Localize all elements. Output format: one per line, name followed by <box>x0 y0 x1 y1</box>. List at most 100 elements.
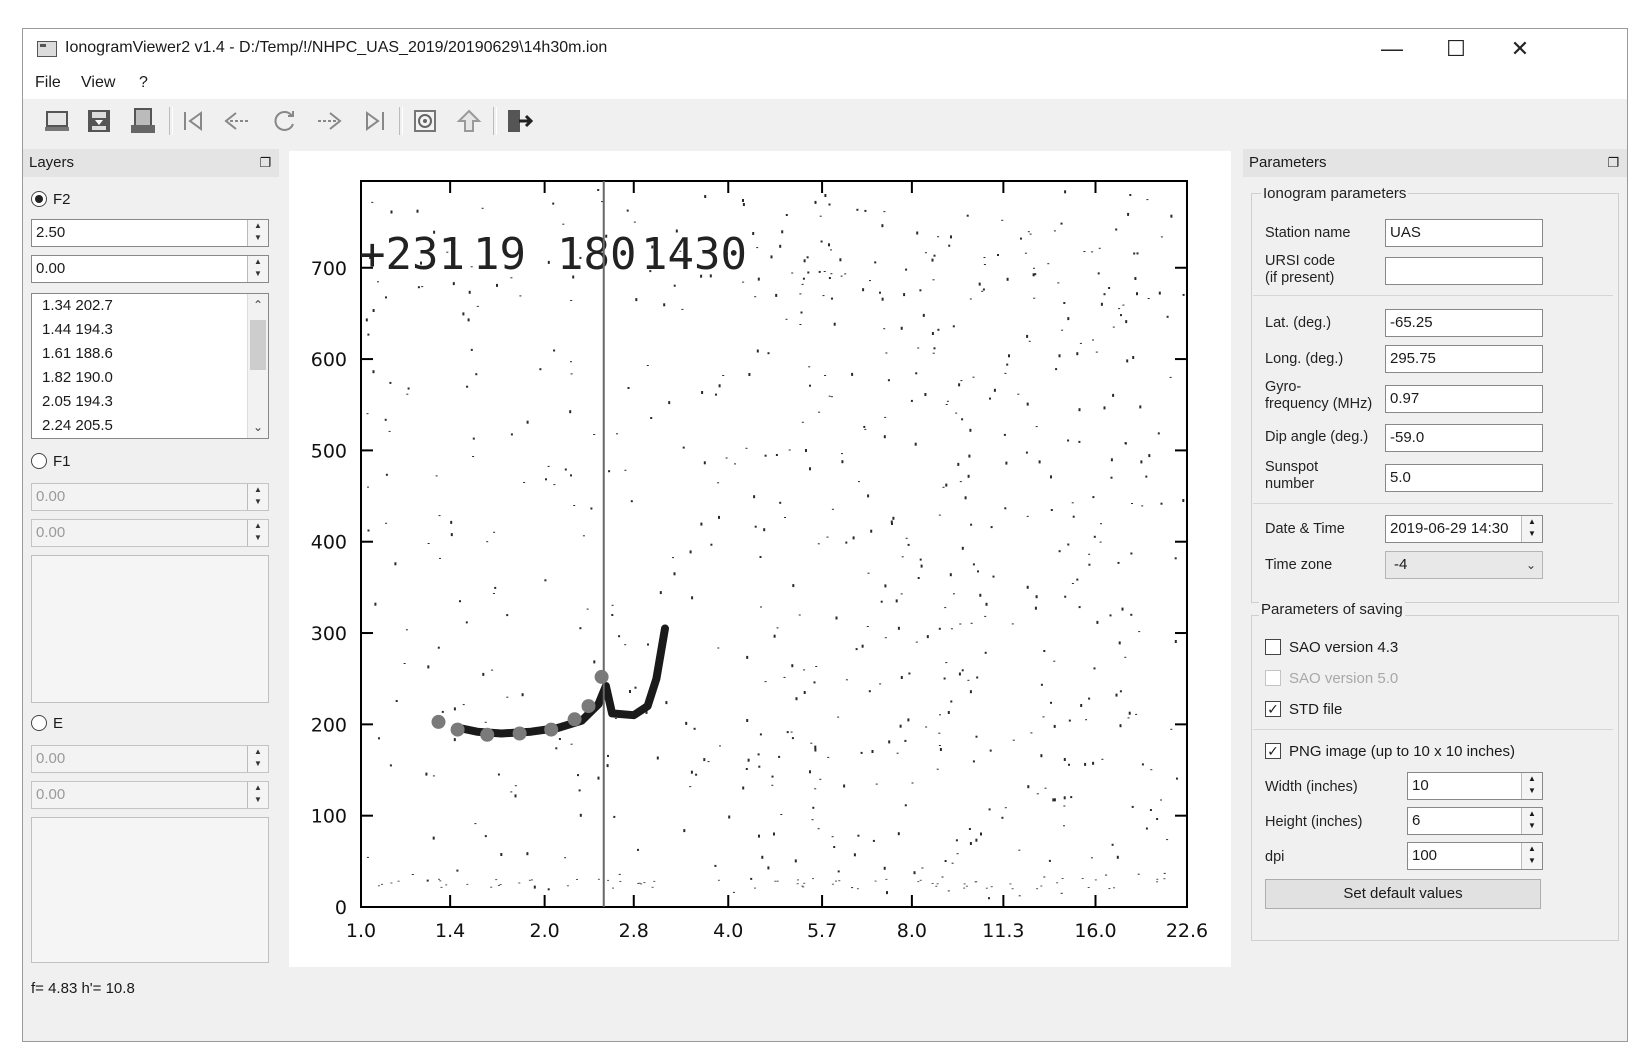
datetime-field[interactable]: 2019-06-29 14:30 ▲ ▼ <box>1385 515 1543 543</box>
layers-panel: Layers ❐ F2 2.50 ▲ ▼ 0.00 ▲ ▼ 1.34 202.7 1… <box>23 149 279 989</box>
set-default-values-button[interactable]: Set default values <box>1265 879 1541 909</box>
radio-f2-indicator[interactable] <box>31 191 47 207</box>
print-icon[interactable] <box>127 105 159 137</box>
first-icon[interactable] <box>179 105 211 137</box>
dip-field[interactable]: -59.0 <box>1385 424 1543 452</box>
noise-dot <box>819 215 822 217</box>
f2-value2-spinbox[interactable]: 0.00 ▲ ▼ <box>31 255 269 283</box>
noise-dot <box>833 322 836 326</box>
layers-title: Layers ❐ <box>23 149 279 177</box>
noise-dot <box>427 665 430 669</box>
menu-file[interactable]: File <box>35 74 61 92</box>
list-item[interactable]: 1.34 202.7 <box>32 294 268 318</box>
maximize-button[interactable]: ☐ <box>1433 33 1479 65</box>
float-panel-icon[interactable]: ❐ <box>1607 149 1619 177</box>
next-icon[interactable] <box>313 105 345 137</box>
png-checkbox[interactable]: ✓ <box>1265 743 1281 759</box>
noise-dot <box>384 418 387 421</box>
noise-dot <box>514 785 517 787</box>
list-item[interactable]: 1.61 188.6 <box>32 342 268 366</box>
ionogram-plot[interactable]: 1.0 1.4 2.0 2.8 4.0 5.7 8.0 11.3 16.0 22.6 0 100 200… <box>289 151 1231 967</box>
scroll-thumb[interactable] <box>250 320 266 370</box>
noise-dot <box>491 669 494 671</box>
noise-dot <box>814 788 817 790</box>
f2-point[interactable] <box>480 727 495 742</box>
ionogram-chart[interactable]: 1.0 1.4 2.0 2.8 4.0 5.7 8.0 11.3 16.0 22.6 0 100 200… <box>289 151 1231 967</box>
minimize-button[interactable]: — <box>1369 33 1415 65</box>
previous-icon[interactable] <box>221 105 253 137</box>
noise-dot <box>754 296 757 298</box>
sao43-checkbox-row[interactable]: SAO version 4.3 <box>1265 635 1398 659</box>
list-item[interactable]: 2.24 205.5 <box>32 414 268 438</box>
long-field[interactable]: 295.75 <box>1385 345 1543 373</box>
close-button[interactable]: ✕ <box>1497 33 1543 65</box>
noise-dot <box>1156 878 1159 880</box>
reload-icon[interactable] <box>269 105 301 137</box>
height-spinbox[interactable]: 6 ▲ ▼ <box>1407 807 1543 835</box>
ursi-code-field[interactable] <box>1385 257 1543 285</box>
radio-f1[interactable]: F1 <box>31 449 71 473</box>
width-spinbox[interactable]: 10 ▲ ▼ <box>1407 772 1543 800</box>
menu-view[interactable]: View <box>81 74 115 92</box>
scroll-down-icon[interactable]: ⌄ <box>248 416 268 438</box>
list-item[interactable]: 1.82 190.0 <box>32 366 268 390</box>
png-checkbox-row[interactable]: ✓ PNG image (up to 10 x 10 inches) <box>1265 739 1515 763</box>
timezone-select[interactable]: -4 ⌄ <box>1385 551 1543 579</box>
spin-arrows-icon[interactable]: ▲ ▼ <box>1521 516 1542 542</box>
noise-dot <box>812 878 814 880</box>
sunspot-field[interactable]: 5.0 <box>1385 464 1543 492</box>
f2-point[interactable] <box>567 712 582 727</box>
spin-arrows-icon[interactable]: ▲ ▼ <box>247 220 268 246</box>
noise-dot <box>717 647 720 649</box>
noise-dot <box>1141 763 1144 766</box>
list-scrollbar[interactable]: ⌃ ⌄ <box>247 294 268 438</box>
noise-dot <box>837 870 840 873</box>
dpi-spinbox[interactable]: 100 ▲ ▼ <box>1407 842 1543 870</box>
f2-point[interactable] <box>544 722 559 737</box>
exit-icon[interactable] <box>503 105 535 137</box>
open-file-icon[interactable] <box>41 105 73 137</box>
f2-point[interactable] <box>431 714 446 729</box>
std-checkbox[interactable]: ✓ <box>1265 701 1281 717</box>
dip-value: -59.0 <box>1390 429 1425 446</box>
noise-dot <box>439 557 441 559</box>
save-icon[interactable] <box>83 105 115 137</box>
spin-arrows-icon[interactable]: ▲ ▼ <box>1521 773 1542 799</box>
sao43-checkbox[interactable] <box>1265 639 1281 655</box>
chevron-down-icon[interactable]: ⌄ <box>1526 552 1536 578</box>
spin-arrows-icon[interactable]: ▲ ▼ <box>247 256 268 282</box>
radio-e-indicator[interactable] <box>31 715 47 731</box>
spin-arrows-icon[interactable]: ▲ ▼ <box>1521 843 1542 869</box>
scroll-up-icon[interactable]: ⌃ <box>248 294 268 316</box>
zoom-icon[interactable] <box>409 105 441 137</box>
up-icon[interactable] <box>453 105 485 137</box>
parameters-title: Parameters ❐ <box>1243 149 1627 177</box>
noise-dot <box>1078 606 1081 609</box>
menu-help[interactable]: ? <box>139 74 148 92</box>
station-name-field[interactable]: UAS <box>1385 219 1543 247</box>
noise-dot <box>798 614 801 616</box>
float-panel-icon[interactable]: ❐ <box>259 149 271 177</box>
f2-point[interactable] <box>594 669 609 684</box>
f2-point[interactable] <box>450 722 465 737</box>
f2-points-list[interactable]: 1.34 202.7 1.44 194.3 1.61 188.6 1.82 19… <box>31 293 269 439</box>
radio-e[interactable]: E <box>31 711 63 735</box>
list-item[interactable]: 1.44 194.3 <box>32 318 268 342</box>
f2-value1-spinbox[interactable]: 2.50 ▲ ▼ <box>31 219 269 247</box>
f2-point[interactable] <box>581 699 596 714</box>
noise-dot <box>558 738 561 740</box>
gyro-field[interactable]: 0.97 <box>1385 385 1543 413</box>
radio-f2[interactable]: F2 <box>31 187 71 211</box>
noise-dot <box>860 751 863 754</box>
spin-arrows-icon[interactable]: ▲ ▼ <box>1521 808 1542 834</box>
noise-dot <box>811 819 814 821</box>
noise-dot <box>586 608 589 610</box>
radio-f1-indicator[interactable] <box>31 453 47 469</box>
std-checkbox-row[interactable]: ✓ STD file <box>1265 697 1342 721</box>
noise-dot <box>707 761 710 763</box>
f2-point[interactable] <box>512 726 527 741</box>
lat-field[interactable]: -65.25 <box>1385 309 1543 337</box>
last-icon[interactable] <box>357 105 389 137</box>
noise-dot <box>1135 713 1138 715</box>
list-item[interactable]: 2.05 194.3 <box>32 390 268 414</box>
